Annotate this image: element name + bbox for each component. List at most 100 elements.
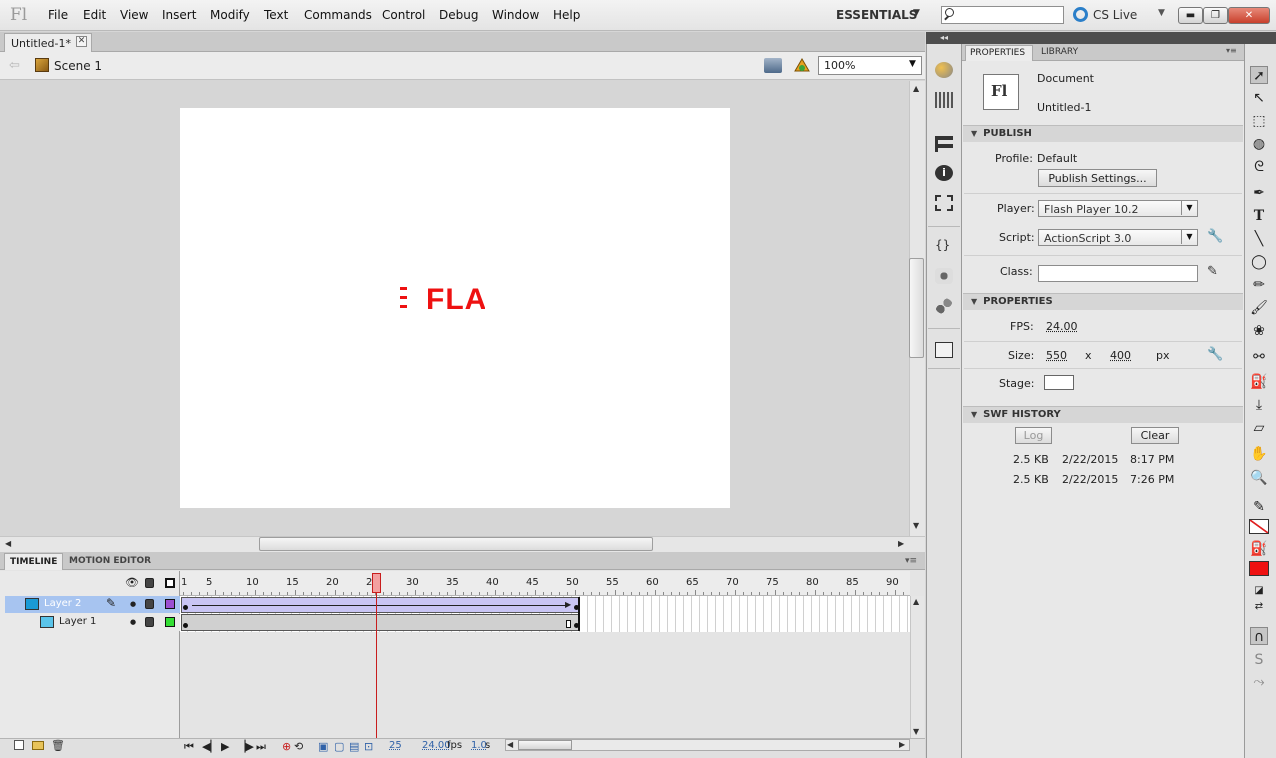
tab-properties[interactable]: PROPERTIES [965,45,1033,61]
workspace-switcher[interactable]: ESSENTIALS [836,8,917,22]
tab-library[interactable]: LIBRARY [1041,47,1078,57]
visibility-dot-icon[interactable]: ● [130,618,136,626]
properties-section-header[interactable]: ▼ PROPERTIES [963,293,1243,310]
scroll-right-icon[interactable]: ▶ [898,539,904,548]
visibility-dot-icon[interactable]: ● [130,600,136,608]
timeline-vertical-scrollbar[interactable] [910,596,924,738]
tab-timeline[interactable]: TIMELINE [4,553,63,570]
first-frame-icon[interactable]: ⏮ [184,740,194,754]
tab-motion-editor[interactable]: MOTION EDITOR [69,556,151,566]
panel-menu-icon[interactable]: ▾≡ [905,556,917,566]
scroll-up-icon[interactable]: ▲ [913,84,919,93]
keyframe-dot[interactable] [183,605,188,610]
wrench-icon[interactable]: 🔧 [1207,347,1223,362]
edit-multiple-frames-icon[interactable]: ▤ [349,740,359,753]
show-hide-all-icon[interactable]: 👁 [125,576,139,589]
lasso-tool-icon[interactable]: ᘓ [1250,158,1268,176]
player-select[interactable]: Flash Player 10.2 ▼ [1038,200,1198,217]
current-frame-value[interactable]: 25 [389,740,402,751]
close-icon[interactable]: ✕ [76,36,87,47]
fps-value[interactable]: 24.00 [1046,320,1078,333]
hand-tool-icon[interactable]: ✋ [1250,445,1268,463]
menu-window[interactable]: Window [492,8,539,22]
layer-color-swatch[interactable] [165,599,175,609]
stage-color-swatch[interactable] [1044,375,1074,390]
play-icon[interactable]: ▶ [221,740,229,753]
zoom-select[interactable]: 100% [818,56,922,75]
menu-modify[interactable]: Modify [210,8,250,22]
layer-color-swatch[interactable] [165,617,175,627]
fill-color-swatch[interactable] [1249,561,1269,576]
pen-tool-icon[interactable]: ✒ [1250,184,1268,202]
edit-symbol-icon[interactable] [793,58,811,73]
menu-edit[interactable]: Edit [83,8,106,22]
pencil-icon[interactable]: ✎ [1207,264,1218,279]
step-back-icon[interactable]: ◀▏ [202,740,219,753]
new-folder-icon[interactable] [32,741,44,750]
playhead[interactable] [372,573,381,593]
panel-menu-icon[interactable]: ▾≡ [1226,46,1237,55]
center-frame-icon[interactable]: ⊕ [282,740,291,753]
script-select[interactable]: ActionScript 3.0 ▼ [1038,229,1198,246]
chevron-down-icon[interactable]: ▼ [1158,8,1165,18]
3d-rotation-tool-icon[interactable]: ◍ [1250,135,1268,153]
layer-name[interactable]: Layer 2 [44,598,81,609]
lock-all-icon[interactable] [145,578,154,588]
log-button[interactable]: Log [1015,427,1052,444]
modify-markers-icon[interactable]: ⊡ [364,740,373,753]
menu-view[interactable]: View [120,8,148,22]
motion-presets-icon[interactable] [935,298,953,314]
collapse-panels-button[interactable]: ◂◂ [926,32,962,44]
stage-text-object[interactable]: FLA [400,283,485,317]
scroll-down-icon[interactable]: ▼ [913,521,919,530]
swatches-icon[interactable] [935,92,953,108]
stage-width-value[interactable]: 550 [1046,349,1067,362]
align-icon[interactable] [935,136,953,152]
straighten-icon[interactable]: ⤳ [1250,673,1268,691]
chevron-down-icon[interactable]: ▼ [909,59,916,69]
layer-name[interactable]: Layer 1 [59,616,96,627]
outline-all-icon[interactable] [165,578,175,588]
scroll-down-icon[interactable]: ▼ [913,727,919,736]
swap-colors-icon[interactable]: ⇄ [1250,598,1268,616]
brush-tool-icon[interactable]: 🖌 [1250,299,1268,317]
publish-section-header[interactable]: ▼ PUBLISH [963,125,1243,142]
menu-help[interactable]: Help [553,8,580,22]
bone-tool-icon[interactable]: ⚯ [1250,348,1268,366]
menu-insert[interactable]: Insert [162,8,196,22]
project-icon[interactable] [935,342,953,358]
eyedropper-tool-icon[interactable]: ⤓ [1250,396,1268,414]
step-forward-icon[interactable]: ▕▶ [237,740,254,753]
info-icon[interactable]: i [935,165,953,181]
stage-height-value[interactable]: 400 [1110,349,1131,362]
restore-button[interactable]: ❐ [1203,7,1228,24]
oval-tool-icon[interactable]: ◯ [1250,253,1268,271]
lock-icon[interactable] [145,617,154,627]
actions-icon[interactable]: {} [935,238,953,254]
timeline-horizontal-scroll-thumb[interactable] [518,740,572,750]
cs-live-button[interactable]: CS Live [1093,8,1137,22]
edit-scene-icon[interactable] [764,58,782,73]
publish-settings-button[interactable]: Publish Settings... [1038,169,1157,187]
stroke-color-icon[interactable]: ✎ [1250,498,1268,516]
loop-icon[interactable]: ⟲ [294,740,303,753]
class-input[interactable] [1038,265,1198,282]
swf-history-section-header[interactable]: ▼ SWF HISTORY [963,406,1243,423]
stroke-color-swatch[interactable] [1249,519,1269,534]
menu-file[interactable]: File [48,8,68,22]
new-layer-icon[interactable] [14,740,24,750]
paint-bucket-tool-icon[interactable]: ⛽ [1250,373,1268,391]
color-palette-icon[interactable] [935,62,953,78]
help-search-input[interactable] [941,6,1064,24]
snap-to-objects-icon[interactable]: ∩ [1250,627,1268,645]
stage-horizontal-scroll-thumb[interactable] [259,537,653,551]
static-frame-span[interactable] [181,614,579,631]
menu-text[interactable]: Text [264,8,288,22]
onion-skin-icon[interactable]: ▣ [318,740,328,753]
lock-icon[interactable] [145,599,154,609]
text-tool-icon[interactable]: T [1250,207,1268,225]
zoom-tool-icon[interactable]: 🔍 [1250,469,1268,487]
subselection-tool-icon[interactable]: ↖ [1250,89,1268,107]
deco-tool-icon[interactable]: ❀ [1250,322,1268,340]
chevron-down-icon[interactable]: ▼ [913,8,920,18]
